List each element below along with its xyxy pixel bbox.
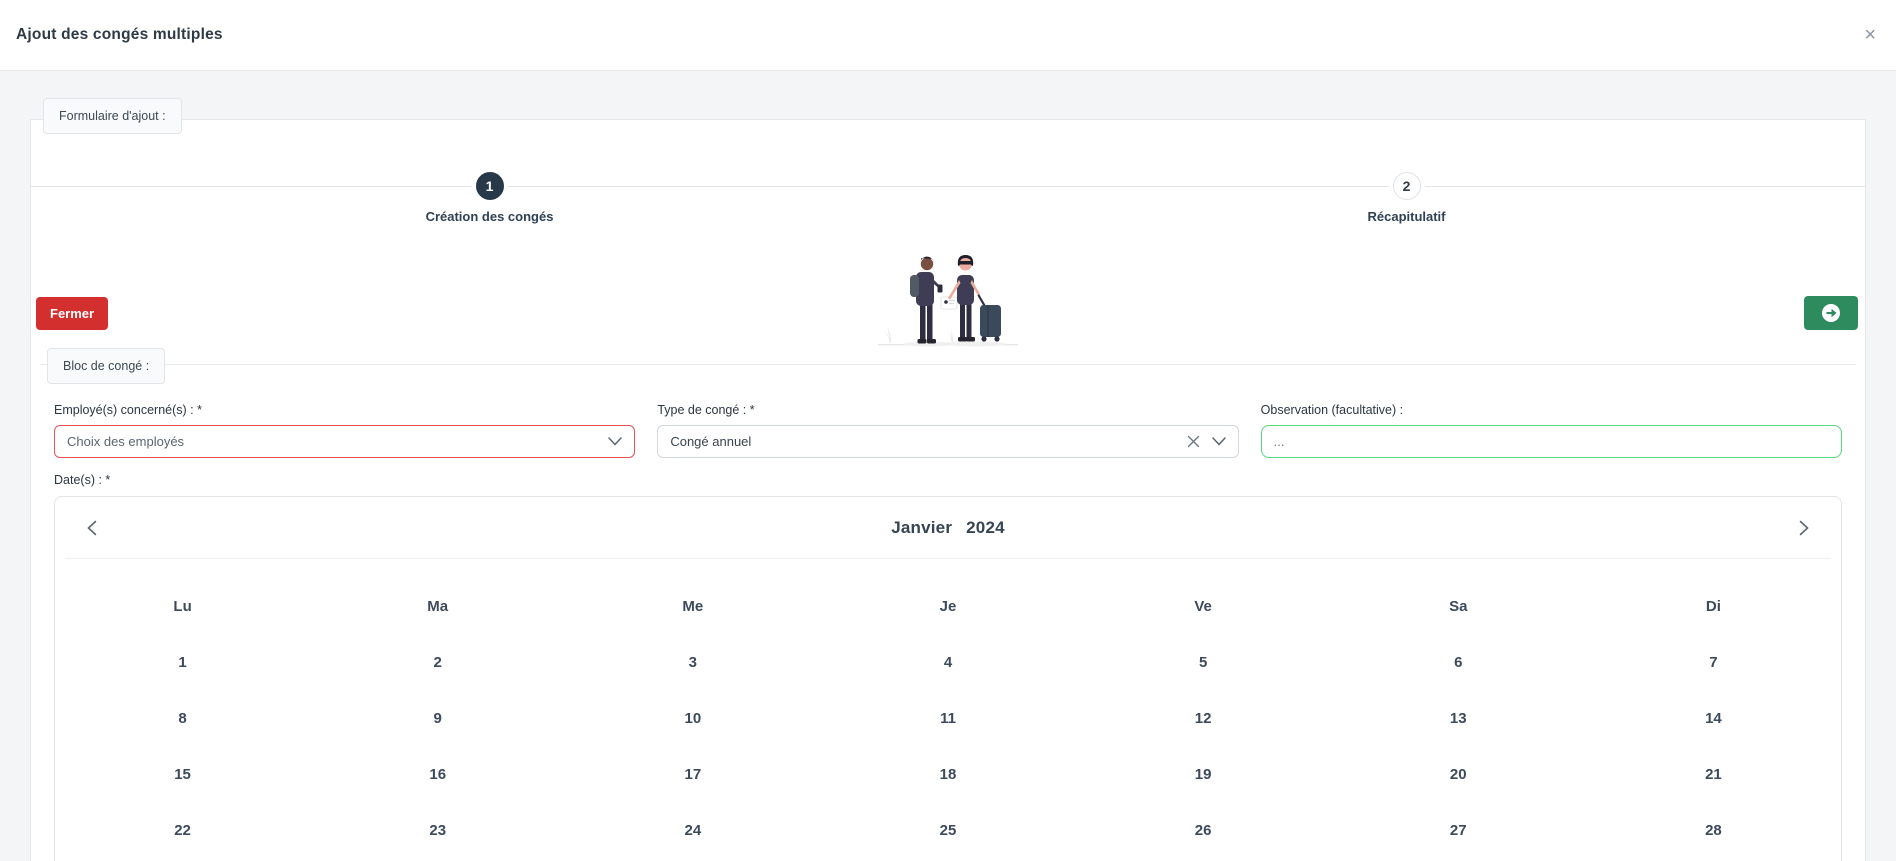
stepper: 1 Création des congés 2 Récapitulatif (31, 172, 1865, 224)
weekday-cell: Lu (173, 597, 192, 615)
calendar-day[interactable]: 3 (565, 634, 820, 690)
close-icon[interactable]: × (1864, 25, 1876, 45)
weekday-cell: Je (939, 597, 957, 615)
calendar-day[interactable]: 27 (1331, 802, 1586, 858)
dates-label: Date(s) : * (54, 473, 111, 487)
calendar-day[interactable]: 11 (820, 690, 1075, 746)
calendar-day[interactable]: 14 (1586, 690, 1841, 746)
next-step-button[interactable] (1804, 296, 1858, 330)
step-1-label: Création des congés (425, 209, 554, 224)
weekday-cell: Ma (427, 597, 449, 615)
step-1-circle: 1 (475, 172, 504, 200)
weekday-cell: Me (682, 597, 704, 615)
calendar-week-row: 1234567 (55, 634, 1841, 690)
employees-field: Employé(s) concerné(s) : * Choix des emp… (54, 403, 636, 458)
calendar-day[interactable]: 6 (1331, 634, 1586, 690)
employees-label: Employé(s) concerné(s) : * (54, 403, 202, 417)
step-2-label: Récapitulatif (1367, 209, 1446, 224)
chevron-right-icon (1799, 520, 1809, 535)
arrow-circle-right-icon (1822, 304, 1840, 322)
calendar-day[interactable]: 4 (820, 634, 1075, 690)
calendar-day[interactable]: 22 (55, 802, 310, 858)
step-recap[interactable]: 2 Récapitulatif (948, 172, 1865, 224)
leave-block-fieldset: Bloc de congé : Employé(s) concerné(s) :… (40, 348, 1856, 861)
calendar-day[interactable]: 25 (820, 802, 1075, 858)
calendar-day[interactable]: 15 (55, 746, 310, 802)
chevron-down-icon (608, 437, 623, 446)
weekday-cell: Ve (1194, 597, 1212, 615)
employees-select[interactable]: Choix des employés (54, 425, 636, 458)
calendar-day[interactable]: 2 (310, 634, 565, 690)
calendar-day[interactable]: 17 (565, 746, 820, 802)
leave-type-label: Type de congé : * (657, 403, 755, 417)
weekday-cell: Sa (1449, 597, 1468, 615)
modal-header: Ajout des congés multiples × (0, 0, 1896, 71)
clear-icon[interactable] (1187, 435, 1200, 448)
calendar-day[interactable]: 5 (1076, 634, 1331, 690)
calendar-day[interactable]: 13 (1331, 690, 1586, 746)
chevron-left-icon (87, 520, 97, 535)
next-month-button[interactable] (1795, 516, 1813, 540)
form-section-legend: Formulaire d'ajout : (43, 98, 182, 134)
calendar-day[interactable]: 9 (310, 690, 565, 746)
calendar-day[interactable]: 20 (1331, 746, 1586, 802)
calendar-day[interactable]: 8 (55, 690, 310, 746)
step-2-circle: 2 (1392, 172, 1421, 200)
calendar-week-row: 15 16 17 18 19 20 21 (55, 746, 1841, 802)
wizard-actions: Fermer (36, 296, 1858, 330)
add-form-panel: Formulaire d'ajout : 1 Création des cong… (30, 98, 1866, 861)
chevron-down-icon (1211, 437, 1226, 446)
step-creation[interactable]: 1 Création des congés (31, 172, 948, 224)
calendar-day[interactable]: 7 (1586, 634, 1841, 690)
calendar-week-row: 22 23 24 25 26 27 28 (55, 802, 1841, 858)
observation-label: Observation (facultative) : (1260, 403, 1404, 417)
calendar-day[interactable]: 10 (565, 690, 820, 746)
leave-type-value: Congé annuel (670, 434, 752, 449)
calendar-header: Janvier 2024 (65, 497, 1831, 559)
date-picker-calendar: Janvier 2024 Lu Ma Me Je Ve Sa Di 1 2 3 4 5 6 7 8 9 10 1… (54, 496, 1842, 861)
observation-field: Observation (facultative) : (1260, 403, 1842, 458)
prev-month-button[interactable] (83, 516, 101, 540)
calendar-month[interactable]: Janvier (891, 518, 952, 538)
leave-type-field: Type de congé : * Congé annuel (657, 403, 1239, 458)
leave-block-legend: Bloc de congé : (47, 348, 166, 384)
page-title: Ajout des congés multiples (16, 26, 223, 43)
calendar-day[interactable]: 28 (1586, 802, 1841, 858)
leave-type-select[interactable]: Congé annuel (657, 425, 1239, 458)
calendar-day[interactable]: 23 (310, 802, 565, 858)
calendar-day[interactable]: 19 (1076, 746, 1331, 802)
observation-input[interactable] (1260, 425, 1842, 458)
fermer-button[interactable]: Fermer (36, 296, 109, 330)
calendar-day[interactable]: 1 (55, 634, 310, 690)
weekday-row: Lu Ma Me Je Ve Sa Di (55, 578, 1841, 634)
calendar-day[interactable]: 24 (565, 802, 820, 858)
calendar-year[interactable]: 2024 (966, 518, 1005, 538)
calendar-week-row: 8 9 10 11 12 13 14 (55, 690, 1841, 746)
calendar-title: Janvier 2024 (101, 518, 1795, 538)
weekday-cell: Di (1705, 597, 1721, 615)
calendar-day[interactable]: 21 (1586, 746, 1841, 802)
calendar-day[interactable]: 18 (820, 746, 1075, 802)
employees-select-placeholder: Choix des employés (67, 434, 185, 449)
calendar-day[interactable]: 16 (310, 746, 565, 802)
calendar-day[interactable]: 26 (1076, 802, 1331, 858)
calendar-day[interactable]: 12 (1076, 690, 1331, 746)
calendar-body: Lu Ma Me Je Ve Sa Di 1 2 3 4 5 6 7 8 9 10 11 12 13 14 15 16 17… (55, 559, 1841, 861)
